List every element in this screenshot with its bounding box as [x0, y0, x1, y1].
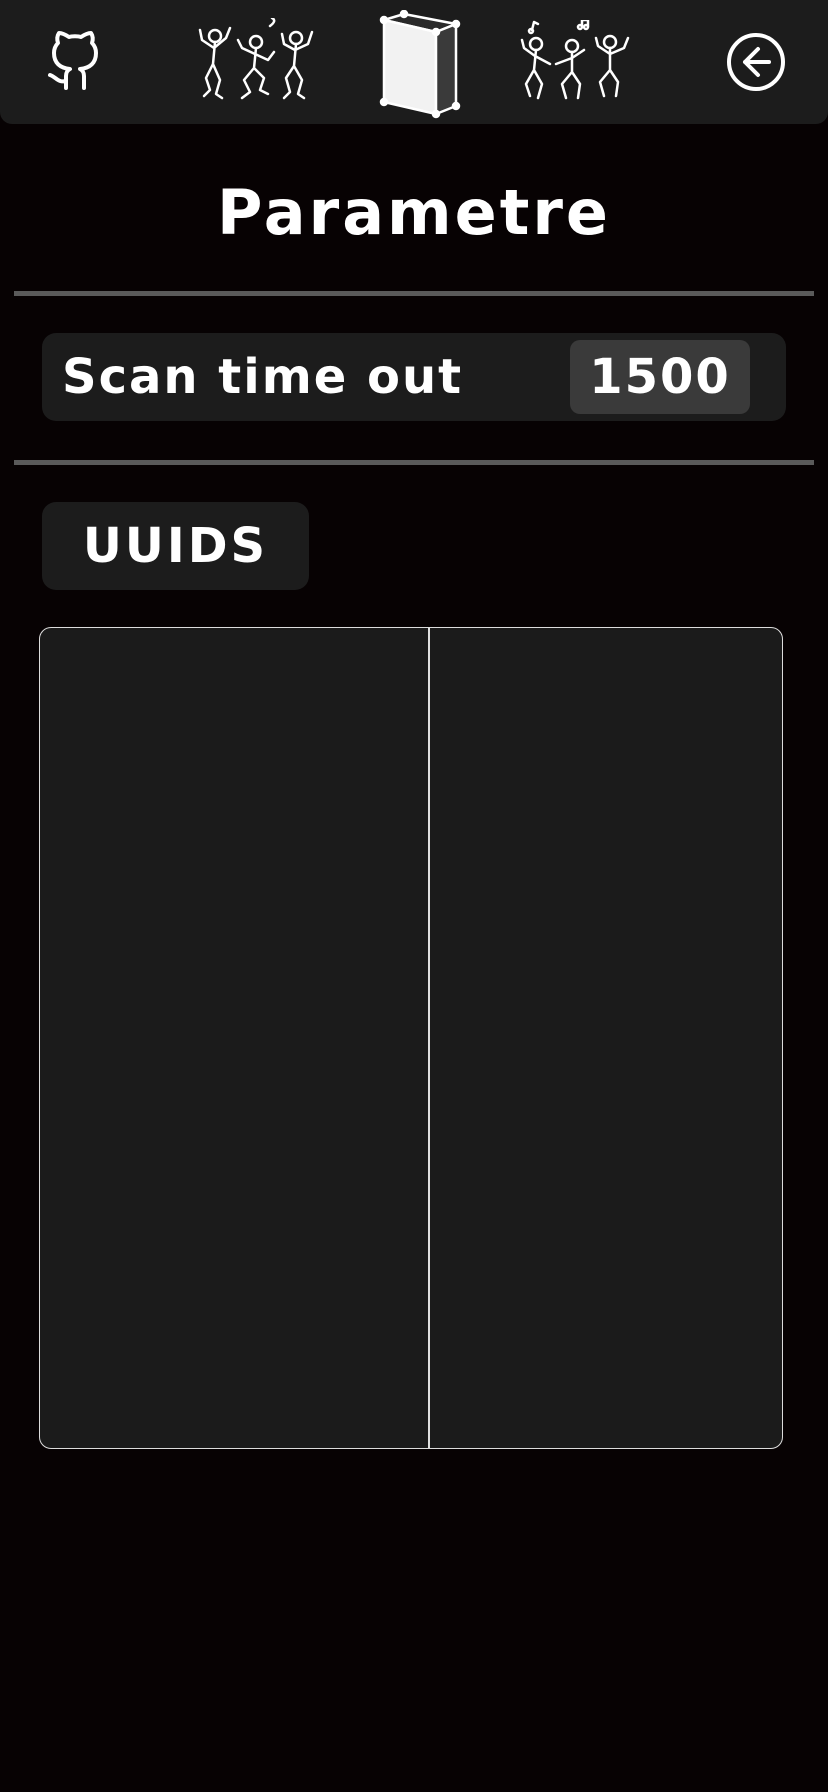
top-navigation-bar [0, 0, 828, 124]
dancers-icon [520, 20, 630, 100]
uuids-button[interactable]: UUIDS [42, 502, 309, 590]
uuid-column-left [40, 628, 428, 1448]
scan-timeout-row: Scan time out 1500 [42, 333, 786, 421]
scan-timeout-label: Scan time out [62, 349, 464, 405]
scan-timeout-input[interactable]: 1500 [570, 340, 750, 414]
page-title: Parametre [217, 176, 611, 249]
github-icon[interactable] [44, 28, 106, 94]
uuid-column-right [430, 628, 782, 1448]
divider [14, 460, 814, 465]
speaker-icon [379, 10, 461, 119]
divider [14, 291, 814, 296]
uuid-table[interactable] [39, 627, 783, 1449]
back-arrow-icon[interactable] [726, 32, 786, 92]
dancers-icon [198, 18, 314, 100]
